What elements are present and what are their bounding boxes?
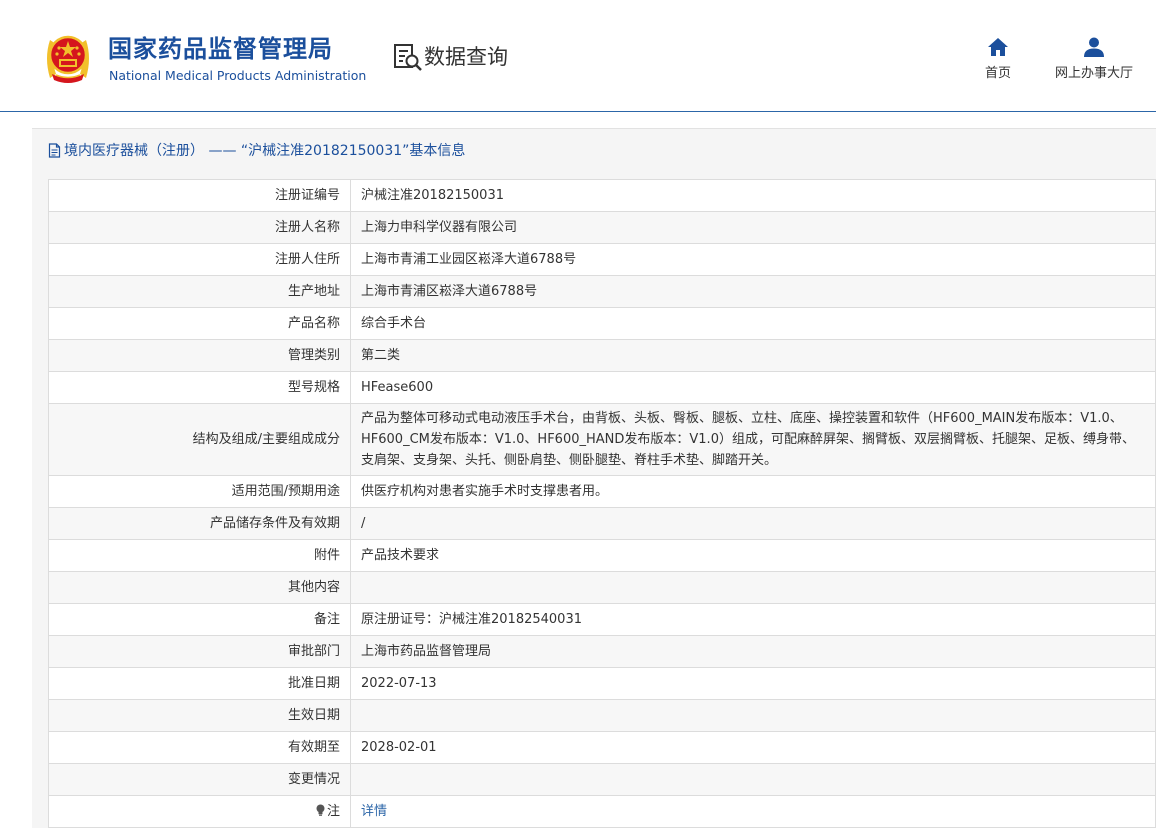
row-label: 型号规格 [48,371,351,404]
row-label: 注册人名称 [48,211,351,244]
table-row: 变更情况 [48,763,1156,796]
row-label: 备注 [48,603,351,636]
data-query-title: 数据查询 [392,42,508,72]
national-emblem-icon [47,35,89,83]
info-panel: 境内医疗器械（注册） —— “沪械注准20182150031”基本信息 注册证编… [32,128,1156,828]
panel-title: 境内医疗器械（注册） —— “沪械注准20182150031”基本信息 [32,129,1156,171]
row-label: 审批部门 [48,635,351,668]
row-label: 产品储存条件及有效期 [48,507,351,540]
row-value: / [350,507,1156,540]
nav-online-hall-label: 网上办事大厅 [1054,66,1133,81]
table-row: 审批部门 上海市药品监督管理局 [48,635,1156,668]
row-label: 有效期至 [48,731,351,764]
row-label: 批准日期 [48,667,351,700]
table-row: 管理类别 第二类 [48,339,1156,372]
home-icon [988,38,1008,56]
row-label: 产品名称 [48,307,351,340]
lightbulb-icon [316,804,325,816]
table-row: 生产地址 上海市青浦区崧泽大道6788号 [48,275,1156,308]
table-row: 其他内容 [48,571,1156,604]
table-row: 适用范围/预期用途 供医疗机构对患者实施手术时支撑患者用。 [48,475,1156,508]
note-label-text: 注 [326,804,340,819]
table-row: 结构及组成/主要组成成分 产品为整体可移动式电动液压手术台，由背板、头板、臀板、腿… [48,403,1156,476]
table-row: 附件 产品技术要求 [48,539,1156,572]
row-label: 管理类别 [48,339,351,372]
row-value: 沪械注准20182150031 [350,179,1156,212]
note-row-label: 注 [48,795,351,828]
row-label: 注册证编号 [48,179,351,212]
nav-online-hall-link[interactable]: 网上办事大厅 [1048,36,1140,81]
table-row: 注册证编号 沪械注准20182150031 [48,179,1156,212]
row-value: 2022-07-13 [350,667,1156,700]
nav-home-link[interactable]: 首页 [978,36,1018,81]
row-value: 上海市药品监督管理局 [350,635,1156,668]
row-value: 综合手术台 [350,307,1156,340]
row-value [350,571,1156,604]
table-row: 批准日期 2022-07-13 [48,667,1156,700]
user-icon [1084,37,1104,57]
row-value: 原注册证号：沪械注准20182540031 [350,603,1156,636]
table-row: 注册人名称 上海力申科学仪器有限公司 [48,211,1156,244]
table-row: 注 详情 [48,795,1156,828]
row-value [350,699,1156,732]
row-label: 适用范围/预期用途 [48,475,351,508]
registration-info-table: 注册证编号 沪械注准20182150031 注册人名称 上海力申科学仪器有限公司 注… [48,179,1156,828]
table-row: 生效日期 [48,699,1156,732]
row-value: 产品技术要求 [350,539,1156,572]
nav-home-label: 首页 [984,66,1011,81]
row-label: 生产地址 [48,275,351,308]
note-row-value: 详情 [350,795,1156,828]
table-row: 型号规格 HFease600 [48,371,1156,404]
panel-title-text: 境内医疗器械（注册） —— “沪械注准20182150031”基本信息 [64,143,466,159]
org-name-en: National Medical Products Administration [109,68,367,83]
document-search-icon [394,44,422,71]
org-name-cn: 国家药品监督管理局 [108,35,333,63]
row-label: 其他内容 [48,571,351,604]
table-row: 产品名称 综合手术台 [48,307,1156,340]
row-value [350,763,1156,796]
row-value: 上海市青浦工业园区崧泽大道6788号 [350,243,1156,276]
table-row: 产品储存条件及有效期 / [48,507,1156,540]
row-label: 结构及组成/主要组成成分 [48,403,351,476]
row-value: 供医疗机构对患者实施手术时支撑患者用。 [350,475,1156,508]
row-label: 附件 [48,539,351,572]
row-label: 变更情况 [48,763,351,796]
row-value: 产品为整体可移动式电动液压手术台，由背板、头板、臀板、腿板、立柱、底座、操控装置… [350,403,1156,476]
row-label: 注册人住所 [48,243,351,276]
site-header: 国家药品监督管理局 National Medical Products Admi… [0,0,1156,112]
row-value: 2028-02-01 [350,731,1156,764]
table-row: 有效期至 2028-02-01 [48,731,1156,764]
row-value: 上海力申科学仪器有限公司 [350,211,1156,244]
row-value: 上海市青浦区崧泽大道6788号 [350,275,1156,308]
row-value: 第二类 [350,339,1156,372]
table-row: 备注 原注册证号：沪械注准20182540031 [48,603,1156,636]
row-label: 生效日期 [48,699,351,732]
document-icon [48,142,61,158]
query-title-text: 数据查询 [424,45,508,69]
details-link[interactable]: 详情 [361,804,387,819]
row-value: HFease600 [350,371,1156,404]
table-row: 注册人住所 上海市青浦工业园区崧泽大道6788号 [48,243,1156,276]
